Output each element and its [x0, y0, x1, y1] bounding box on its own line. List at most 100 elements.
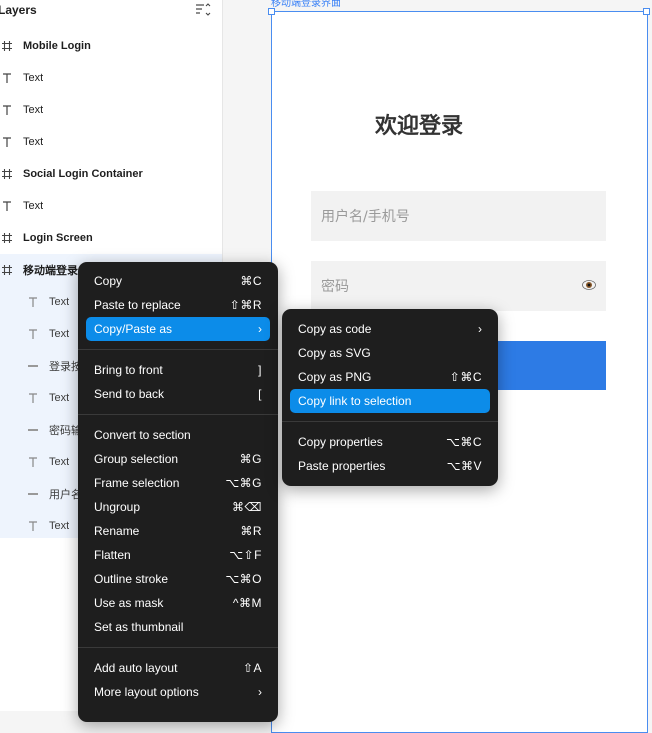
chevron-right-icon: ›	[258, 322, 262, 336]
text-layer-icon	[26, 327, 40, 341]
layer-name: Text	[49, 328, 70, 340]
chevron-right-icon: ›	[258, 685, 262, 699]
menu-item-shortcut: ⌥⌘V	[446, 459, 482, 473]
layer-name: 登录按钮	[49, 361, 81, 373]
frame-icon	[0, 231, 14, 245]
menu-item-label: Convert to section	[94, 428, 191, 442]
menu-item-copy[interactable]: Copy ⌘C	[86, 269, 270, 293]
menu-item-label: Copy as SVG	[298, 346, 371, 360]
sort-list-icon[interactable]	[195, 3, 211, 17]
submenu-item-copy-link-to-selection[interactable]: Copy link to selection	[290, 389, 490, 413]
menu-item-shortcut: ⌥⌘C	[446, 435, 482, 449]
layer-name: Text	[23, 72, 44, 84]
menu-item-group-selection[interactable]: Group selection ⌘G	[86, 447, 270, 471]
rectangle-icon	[26, 487, 40, 501]
menu-separator	[78, 414, 278, 415]
menu-item-ungroup[interactable]: Ungroup ⌘⌫	[86, 495, 270, 519]
layer-name: 密码输入框	[49, 425, 81, 437]
layers-header: Layers	[0, 0, 222, 22]
menu-item-shortcut: ⇧A	[242, 661, 262, 675]
layer-name: Text	[23, 200, 44, 212]
menu-item-label: More layout options	[94, 685, 199, 699]
layer-row[interactable]: Login Screen	[0, 222, 222, 254]
menu-item-shortcut: [	[258, 387, 262, 401]
layer-name: 用户名输入框	[49, 489, 81, 501]
menu-item-add-auto-layout[interactable]: Add auto layout ⇧A	[86, 656, 270, 680]
menu-item-label: Copy as code	[298, 322, 372, 336]
menu-item-label: Paste properties	[298, 459, 386, 473]
submenu-item-copy-properties[interactable]: Copy properties ⌥⌘C	[290, 430, 490, 454]
menu-item-rename[interactable]: Rename ⌘R	[86, 519, 270, 543]
menu-item-convert-to-section[interactable]: Convert to section	[86, 423, 270, 447]
menu-item-label: Copy properties	[298, 435, 383, 449]
layer-row[interactable]: Mobile Login	[0, 30, 222, 62]
frame-label[interactable]: 移动端登录界面	[271, 0, 341, 9]
menu-item-shortcut: ]	[258, 363, 262, 377]
submenu-item-copy-as-png[interactable]: Copy as PNG ⇧⌘C	[290, 365, 490, 389]
submenu-item-paste-properties[interactable]: Paste properties ⌥⌘V	[290, 454, 490, 478]
resize-handle-top-left[interactable]	[268, 8, 275, 15]
copy-paste-as-submenu: Copy as code › Copy as SVG Copy as PNG ⇧…	[282, 309, 498, 486]
login-title: 欢迎登录	[374, 114, 463, 139]
menu-item-frame-selection[interactable]: Frame selection ⌥⌘G	[86, 471, 270, 495]
menu-item-send-to-back[interactable]: Send to back [	[86, 382, 270, 406]
menu-item-label: Add auto layout	[94, 661, 178, 675]
menu-item-paste-to-replace[interactable]: Paste to replace ⇧⌘R	[86, 293, 270, 317]
menu-item-outline-stroke[interactable]: Outline stroke ⌥⌘O	[86, 567, 270, 591]
layers-title: Layers	[0, 3, 37, 17]
menu-item-label: Copy as PNG	[298, 370, 372, 384]
menu-item-shortcut: ^⌘M	[232, 596, 262, 610]
menu-item-shortcut: ⌥⌘O	[225, 572, 262, 586]
frame-icon	[0, 167, 14, 181]
resize-handle-top-right[interactable]	[643, 8, 650, 15]
menu-item-label: Use as mask	[94, 596, 164, 610]
layer-row[interactable]: Text	[0, 126, 222, 158]
menu-separator	[78, 647, 278, 648]
username-placeholder: 用户名/手机号	[321, 209, 410, 225]
submenu-item-copy-as-svg[interactable]: Copy as SVG	[290, 341, 490, 365]
menu-item-label: Copy	[94, 274, 123, 288]
layer-row[interactable]: Text	[0, 190, 222, 222]
menu-item-label: Copy/Paste as	[94, 322, 173, 336]
menu-item-more-layout-options[interactable]: More layout options ›	[86, 680, 270, 704]
menu-item-shortcut: ⌘C	[240, 274, 262, 288]
menu-item-label: Frame selection	[94, 476, 180, 490]
text-layer-icon	[0, 135, 14, 149]
layer-name: Text	[23, 136, 44, 148]
menu-item-shortcut: ⌘⌫	[232, 500, 262, 514]
menu-item-label: Flatten	[94, 548, 131, 562]
submenu-item-copy-as-code[interactable]: Copy as code ›	[290, 317, 490, 341]
layer-name: 移动端登录界面	[23, 265, 79, 277]
menu-item-label: Paste to replace	[94, 298, 181, 312]
layer-name: Text	[49, 520, 70, 532]
menu-item-flatten[interactable]: Flatten ⌥⇧F	[86, 543, 270, 567]
frame-icon	[0, 263, 14, 277]
menu-item-use-as-mask[interactable]: Use as mask ^⌘M	[86, 591, 270, 615]
menu-separator	[78, 349, 278, 350]
password-input[interactable]: 密码	[311, 261, 606, 311]
eye-icon[interactable]	[582, 278, 596, 290]
menu-item-shortcut: ⇧⌘C	[449, 370, 482, 384]
text-layer-icon	[26, 391, 40, 405]
text-layer-icon	[26, 455, 40, 469]
password-placeholder: 密码	[321, 279, 349, 295]
layer-name: Mobile Login	[23, 40, 91, 52]
layer-name: Text	[49, 456, 70, 468]
rectangle-icon	[26, 423, 40, 437]
layer-row[interactable]: Social Login Container	[0, 158, 222, 190]
menu-item-set-as-thumbnail[interactable]: Set as thumbnail	[86, 615, 270, 639]
menu-item-label: Rename	[94, 524, 140, 538]
menu-separator	[282, 421, 498, 422]
menu-item-label: Ungroup	[94, 500, 141, 514]
layer-name: Text	[23, 104, 44, 116]
text-layer-icon	[0, 199, 14, 213]
layer-row[interactable]: Text	[0, 94, 222, 126]
layer-name: Social Login Container	[23, 168, 143, 180]
layer-name: Text	[49, 296, 70, 308]
menu-item-copy-paste-as[interactable]: Copy/Paste as ›	[86, 317, 270, 341]
menu-item-shortcut: ⌥⌘G	[225, 476, 262, 490]
username-input[interactable]: 用户名/手机号	[311, 191, 606, 241]
layer-row[interactable]: Text	[0, 62, 222, 94]
menu-item-bring-to-front[interactable]: Bring to front ]	[86, 358, 270, 382]
layer-name: Login Screen	[23, 232, 93, 244]
